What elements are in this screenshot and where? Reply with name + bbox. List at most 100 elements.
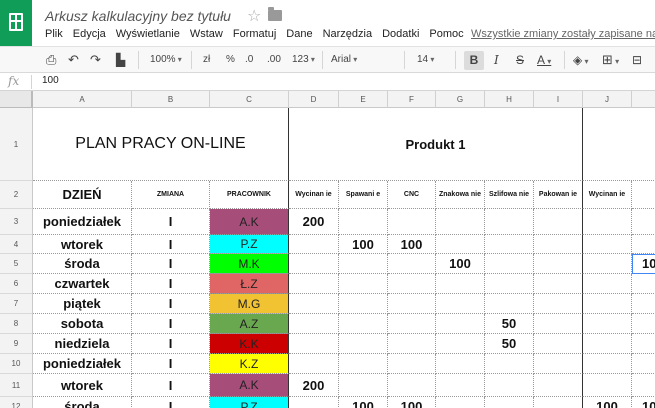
cell-shift[interactable]: I <box>132 334 210 354</box>
cell-value[interactable] <box>534 235 583 254</box>
italic-button[interactable]: I <box>494 52 499 68</box>
header-operation[interactable]: Wycinan ie <box>289 181 339 209</box>
cell-worker[interactable]: A.K <box>210 374 289 397</box>
cell-value[interactable] <box>339 334 388 354</box>
header-shift[interactable]: ZMIANA <box>132 181 210 209</box>
row-header-8[interactable]: 8 <box>0 314 33 334</box>
cell-value[interactable] <box>534 397 583 408</box>
header-operation[interactable]: Wycinan ie <box>583 181 632 209</box>
cell-value[interactable] <box>534 294 583 314</box>
cell-value[interactable]: 50 <box>485 314 534 334</box>
cell-value[interactable] <box>436 274 485 294</box>
cell-value[interactable]: 100 <box>388 397 436 408</box>
cell-worker[interactable]: A.Z <box>210 314 289 334</box>
cell-value[interactable] <box>583 254 632 274</box>
cell-value[interactable] <box>436 209 485 235</box>
cell-value[interactable] <box>485 274 534 294</box>
cell-shift[interactable]: I <box>132 397 210 408</box>
cell-value[interactable] <box>632 374 655 397</box>
document-title[interactable]: Arkusz kalkulacyjny bez tytułu <box>45 8 231 24</box>
percent-button[interactable]: % <box>226 52 235 68</box>
cell-empty[interactable] <box>583 108 655 181</box>
sheets-logo-icon[interactable] <box>0 0 32 46</box>
cell-value[interactable] <box>289 235 339 254</box>
cell-value[interactable] <box>583 314 632 334</box>
cell-value[interactable] <box>485 235 534 254</box>
column-header-i[interactable]: I <box>534 91 583 108</box>
bold-button[interactable]: B <box>464 51 484 70</box>
column-header-b[interactable]: B <box>132 91 210 108</box>
cell-worker[interactable]: K.K <box>210 334 289 354</box>
cell-value[interactable] <box>339 314 388 334</box>
cell-value[interactable] <box>583 274 632 294</box>
column-header-h[interactable]: H <box>485 91 534 108</box>
row-header-6[interactable]: 6 <box>0 274 33 294</box>
cell-value[interactable] <box>583 354 632 374</box>
decrease-decimal-button[interactable]: .0 <box>245 52 253 68</box>
cell-shift[interactable]: I <box>132 374 210 397</box>
cell-product-title[interactable]: Produkt 1 <box>289 108 583 181</box>
cell-day[interactable]: poniedziałek <box>33 209 132 235</box>
cell-value[interactable] <box>388 254 436 274</box>
header-operation[interactable]: Spawani e <box>339 181 388 209</box>
cell-worker[interactable]: A.K <box>210 209 289 235</box>
cell-value[interactable] <box>632 354 655 374</box>
cell-day[interactable]: wtorek <box>33 374 132 397</box>
row-header-9[interactable]: 9 <box>0 334 33 354</box>
cell-value[interactable]: 100 <box>339 235 388 254</box>
cell-value[interactable] <box>485 374 534 397</box>
cell-value[interactable]: 200 <box>289 374 339 397</box>
row-header-7[interactable]: 7 <box>0 294 33 314</box>
cell-value[interactable] <box>632 294 655 314</box>
header-day[interactable]: DZIEŃ <box>33 181 132 209</box>
cell-day[interactable]: piątek <box>33 294 132 314</box>
cell-value[interactable] <box>583 235 632 254</box>
save-status-link[interactable]: Wszystkie zmiany zostały zapisane na D <box>471 28 655 40</box>
column-header-c[interactable]: C <box>210 91 289 108</box>
cell-value[interactable] <box>534 374 583 397</box>
cell-value[interactable] <box>436 294 485 314</box>
cell-day[interactable]: środa <box>33 397 132 408</box>
header-operation[interactable]: CNC <box>388 181 436 209</box>
cell-value[interactable] <box>339 374 388 397</box>
cell-value[interactable] <box>436 374 485 397</box>
cell-value[interactable] <box>632 209 655 235</box>
cell-value[interactable] <box>485 254 534 274</box>
row-header-10[interactable]: 10 <box>0 354 33 374</box>
cell-value[interactable] <box>339 294 388 314</box>
cell-shift[interactable]: I <box>132 254 210 274</box>
cell-value[interactable]: 100 <box>388 235 436 254</box>
cell-shift[interactable]: I <box>132 294 210 314</box>
cell-value[interactable] <box>583 294 632 314</box>
cell-value[interactable] <box>534 314 583 334</box>
print-icon[interactable]: ⎙ <box>46 52 56 68</box>
cell-value[interactable]: 100 <box>436 254 485 274</box>
cell-value[interactable] <box>485 397 534 408</box>
borders-icon[interactable]: ⊞ <box>602 52 619 68</box>
cell-day[interactable]: poniedziałek <box>33 354 132 374</box>
font-select[interactable]: Arial <box>331 52 401 68</box>
cell-value[interactable] <box>583 209 632 235</box>
cell-worker[interactable]: P.Z <box>210 235 289 254</box>
merge-cells-icon[interactable]: ⊟ <box>632 52 642 68</box>
cell-day[interactable]: wtorek <box>33 235 132 254</box>
header-operation[interactable]: Pakowan ie <box>534 181 583 209</box>
cell-value[interactable] <box>289 294 339 314</box>
cell-value[interactable]: 100 <box>583 397 632 408</box>
cell-value[interactable] <box>583 334 632 354</box>
star-icon[interactable]: ☆ <box>247 6 261 26</box>
cell-value[interactable] <box>388 209 436 235</box>
cell-value[interactable] <box>289 314 339 334</box>
font-size-select[interactable]: 14 <box>417 52 434 68</box>
column-header-k[interactable]: K <box>632 91 655 108</box>
cell-shift[interactable]: I <box>132 274 210 294</box>
row-header-4[interactable]: 4 <box>0 235 33 254</box>
header-operation[interactable]: Spaw <box>632 181 655 209</box>
cell-shift[interactable]: I <box>132 235 210 254</box>
folder-icon[interactable] <box>268 7 282 21</box>
menu-view[interactable]: Wyświetlanie <box>116 28 180 44</box>
cell-shift[interactable]: I <box>132 314 210 334</box>
cell-value[interactable] <box>534 209 583 235</box>
cell-value[interactable]: 10 <box>632 254 655 274</box>
cell-value[interactable] <box>388 354 436 374</box>
